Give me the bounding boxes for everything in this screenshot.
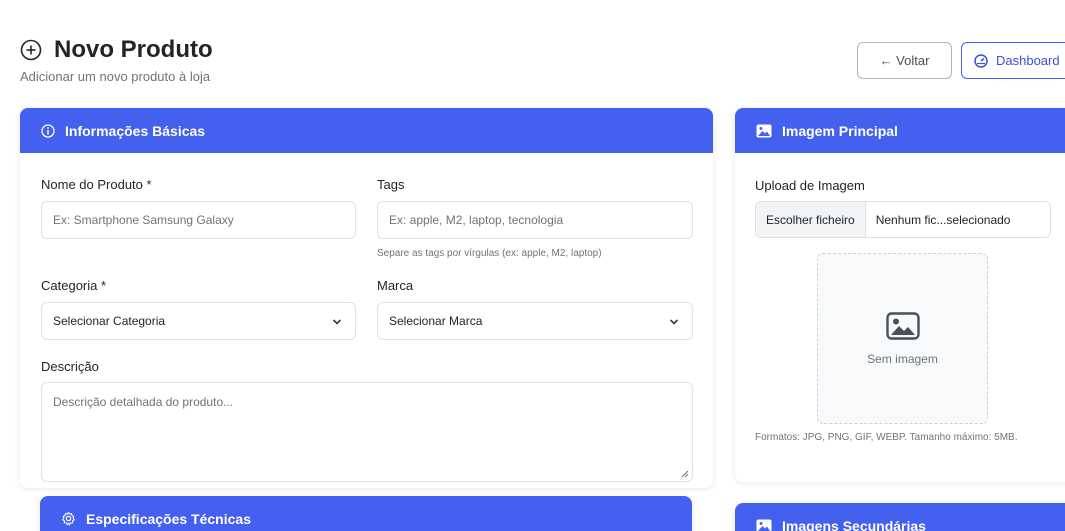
image-placeholder-icon <box>885 311 920 340</box>
description-textarea[interactable]: Descrição detalhada do produto... <box>41 382 693 482</box>
basic-info-card: Informações Básicas Nome do Produto * Ex… <box>20 108 713 488</box>
image-preview: Sem imagem <box>817 253 988 424</box>
product-name-placeholder: Ex: Smartphone Samsung Galaxy <box>53 213 234 227</box>
basic-info-title: Informações Básicas <box>65 122 206 139</box>
main-image-title: Imagem Principal <box>782 122 898 139</box>
main-image-card: Imagem Principal Upload de Imagem Escolh… <box>735 108 1065 482</box>
specs-title: Especificações Técnicas <box>86 510 251 527</box>
page-header: Novo Produto <box>20 36 213 64</box>
formats-help-text: Formatos: JPG, PNG, GIF, WEBP. Tamanho m… <box>755 432 1018 443</box>
basic-info-header: Informações Básicas <box>20 108 713 153</box>
specs-card: Especificações Técnicas <box>40 496 692 531</box>
category-select-value: Selecionar Categoria <box>53 314 166 328</box>
plus-circle-icon <box>20 39 42 61</box>
brand-select-value: Selecionar Marca <box>389 314 483 328</box>
page: Novo Produto Adicionar um novo produto à… <box>0 0 1065 531</box>
dashboard-button[interactable]: Dashboard <box>961 42 1065 79</box>
main-image-header: Imagem Principal <box>735 108 1065 153</box>
brand-select[interactable]: Selecionar Marca <box>377 302 693 340</box>
product-name-label: Nome do Produto * <box>41 177 152 192</box>
dashboard-button-label: Dashboard <box>996 53 1060 68</box>
chevron-down-icon <box>669 319 679 325</box>
secondary-images-card: Imagens Secundárias <box>735 503 1065 531</box>
product-name-input[interactable]: Ex: Smartphone Samsung Galaxy <box>41 201 356 239</box>
category-select[interactable]: Selecionar Categoria <box>41 302 356 340</box>
dashboard-icon <box>974 53 988 68</box>
file-status: Nenhum fic...selecionado <box>875 212 1011 227</box>
tags-input[interactable]: Ex: apple, M2, laptop, tecnologia <box>377 201 693 239</box>
page-title: Novo Produto <box>54 36 213 63</box>
page-subtitle: Adicionar um novo produto à loja <box>20 69 211 84</box>
info-icon <box>41 123 55 138</box>
back-button-label: ← Voltar <box>879 53 930 68</box>
secondary-images-header: Imagens Secundárias <box>735 503 1065 531</box>
upload-label: Upload de Imagem <box>755 178 865 193</box>
chevron-down-icon <box>332 319 342 325</box>
image-icon <box>756 124 772 138</box>
no-image-text: Sem imagem <box>867 351 938 366</box>
choose-file-button[interactable]: Escolher ficheiro <box>756 202 866 237</box>
back-button[interactable]: ← Voltar <box>857 42 952 79</box>
images-icon <box>756 519 772 531</box>
file-input[interactable]: Escolher ficheiro Nenhum fic...seleciona… <box>755 201 1051 238</box>
resize-grip-icon[interactable] <box>681 470 689 478</box>
category-label: Categoria * <box>41 278 107 293</box>
tags-placeholder: Ex: apple, M2, laptop, tecnologia <box>389 213 564 227</box>
description-placeholder: Descrição detalhada do produto... <box>53 395 234 409</box>
gear-icon <box>61 511 76 526</box>
secondary-images-title: Imagens Secundárias <box>782 517 926 531</box>
brand-label: Marca <box>377 278 414 293</box>
description-label: Descrição <box>41 359 99 374</box>
specs-header: Especificações Técnicas <box>40 496 692 531</box>
tags-label: Tags <box>377 177 405 192</box>
tags-help-text: Separe as tags por vírgulas (ex: apple, … <box>377 248 602 259</box>
